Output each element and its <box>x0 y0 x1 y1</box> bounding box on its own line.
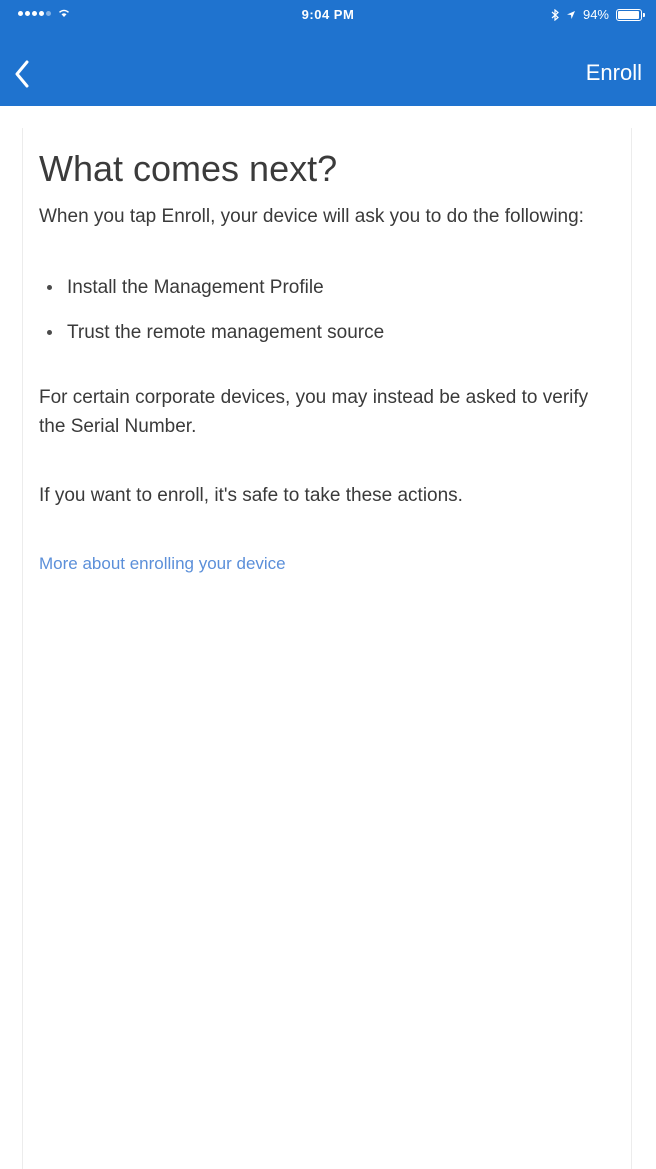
header: 9:04 PM 94% Enroll <box>0 0 656 106</box>
status-bar: 9:04 PM 94% <box>0 0 656 28</box>
screen: 9:04 PM 94% Enroll What comes next? When… <box>0 0 656 1169</box>
serial-note: For certain corporate devices, you may i… <box>39 387 589 437</box>
back-button[interactable] <box>14 52 58 96</box>
list-item-label: Trust the remote management source <box>67 322 385 343</box>
battery-percent: 94% <box>582 7 609 22</box>
page-title: What comes next? <box>39 148 338 189</box>
more-info-link[interactable]: More about enrolling your device <box>39 554 286 574</box>
status-right: 94% <box>551 7 645 22</box>
steps-list: Install the Management Profile Trust the… <box>39 273 613 347</box>
bullet-dot <box>47 330 52 335</box>
location-arrow-icon <box>566 10 575 19</box>
bullet-dot <box>47 285 52 290</box>
intro-text: When you tap Enroll, your device will as… <box>39 206 584 227</box>
list-item: Install the Management Profile <box>39 273 613 302</box>
battery-icon <box>616 8 645 21</box>
content-card: What comes next? When you tap Enroll, yo… <box>22 128 632 1169</box>
safe-note: If you want to enroll, it's safe to take… <box>39 485 463 506</box>
list-item-label: Install the Management Profile <box>67 277 324 298</box>
list-item: Trust the remote management source <box>39 318 613 347</box>
enroll-button[interactable]: Enroll <box>586 60 642 86</box>
chevron-left-icon <box>15 60 29 88</box>
bluetooth-icon <box>551 8 559 21</box>
nav-bar: Enroll <box>0 38 656 106</box>
